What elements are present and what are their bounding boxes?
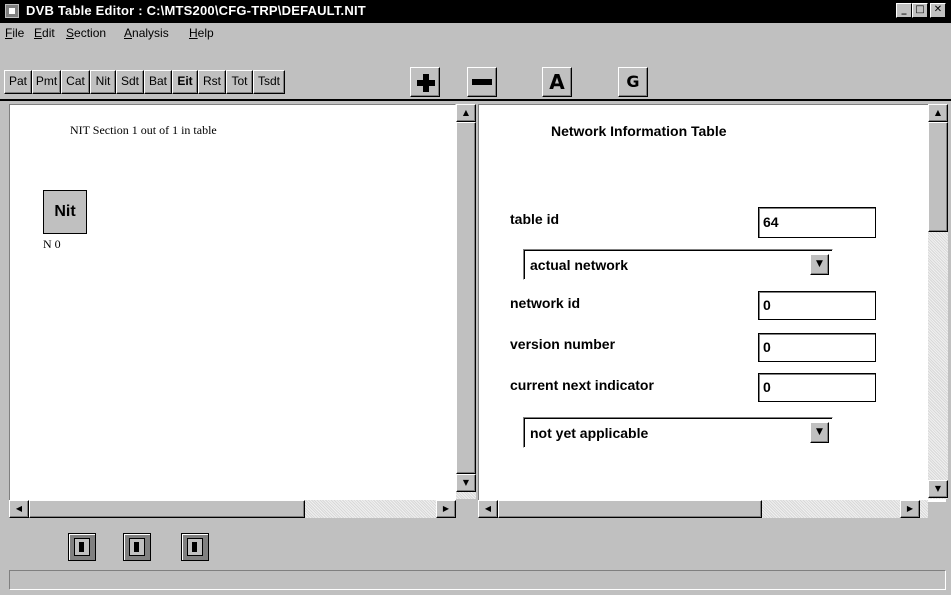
left-vertical-scrollbar[interactable]: ▲ ▼ xyxy=(456,104,476,499)
remove-section-button[interactable] xyxy=(467,67,497,97)
scroll-up-icon[interactable]: ▲ xyxy=(456,104,476,122)
g-button[interactable]: G xyxy=(618,67,648,97)
network-id-label: network id xyxy=(510,295,581,311)
plus-icon xyxy=(417,74,435,92)
menu-analysis-accel: A xyxy=(124,26,133,40)
letter-a-icon: A xyxy=(549,70,565,94)
menu-file[interactable]: File xyxy=(5,26,24,40)
scroll-down-icon[interactable]: ▼ xyxy=(456,474,476,492)
chevron-down-icon[interactable]: ▼ xyxy=(810,422,829,443)
scroll-thumb[interactable] xyxy=(456,122,476,474)
title-bar: DVB Table Editor : C:\MTS200\CFG-TRP\DEF… xyxy=(0,0,951,23)
current-next-indicator-field[interactable]: 0 xyxy=(758,373,876,402)
scroll-right-icon[interactable]: ▶ xyxy=(436,500,456,518)
section-view-pane: NIT Section 1 out of 1 in table Nit N 0 xyxy=(9,104,456,502)
applicability-select[interactable]: not yet applicable ▼ xyxy=(523,417,833,448)
version-number-field[interactable]: 0 xyxy=(758,333,876,362)
scroll-thumb[interactable] xyxy=(928,122,948,232)
status-bar xyxy=(9,570,946,590)
bat-button[interactable]: Bat xyxy=(144,70,172,94)
scroll-thumb[interactable] xyxy=(498,500,762,518)
scroll-right-icon[interactable]: ▶ xyxy=(900,500,920,518)
letter-g-icon: G xyxy=(626,72,640,91)
menu-help-accel: H xyxy=(189,26,198,40)
menu-analysis-label: nalysis xyxy=(132,26,169,40)
table-fields-pane: Network Information Table table id 64 ac… xyxy=(478,104,946,502)
menu-section-accel: S xyxy=(66,26,75,40)
menu-section-label: ection xyxy=(74,26,107,40)
scroll-down-icon[interactable]: ▼ xyxy=(928,480,948,498)
menu-file-label: ile xyxy=(12,26,25,40)
menu-analysis[interactable]: Analysis xyxy=(124,26,169,40)
nit-button[interactable]: Nit xyxy=(90,70,116,94)
right-vertical-scrollbar[interactable]: ▲ ▼ xyxy=(928,104,948,499)
app-icon[interactable] xyxy=(5,4,19,18)
window-title: DVB Table Editor : C:\MTS200\CFG-TRP\DEF… xyxy=(26,3,366,18)
pat-button[interactable]: Pat xyxy=(4,70,32,94)
network-id-field[interactable]: 0 xyxy=(758,291,876,320)
table-id-field[interactable]: 64 xyxy=(758,207,876,238)
minus-icon xyxy=(472,79,492,85)
rst-button[interactable]: Rst xyxy=(198,70,226,94)
menu-bar: File Edit Section Analysis Help xyxy=(0,23,951,43)
next-section-button[interactable] xyxy=(181,533,209,561)
scroll-left-icon[interactable]: ◀ xyxy=(9,500,29,518)
table-title: Network Information Table xyxy=(551,123,727,139)
a-button[interactable]: A xyxy=(542,67,572,97)
network-type-select[interactable]: actual network ▼ xyxy=(523,249,833,280)
add-section-button[interactable] xyxy=(410,67,440,97)
previous-section-icon xyxy=(74,538,90,556)
scroll-left-icon[interactable]: ◀ xyxy=(478,500,498,518)
app-window: DVB Table Editor : C:\MTS200\CFG-TRP\DEF… xyxy=(0,0,951,595)
close-button[interactable]: ✕ xyxy=(930,3,946,18)
eit-button[interactable]: Eit xyxy=(172,70,198,94)
scroll-up-icon[interactable]: ▲ xyxy=(928,104,948,122)
scroll-thumb[interactable] xyxy=(29,500,305,518)
menu-help[interactable]: Help xyxy=(189,26,214,40)
pmt-button[interactable]: Pmt xyxy=(32,70,61,94)
applicability-value: not yet applicable xyxy=(530,425,649,441)
maximize-button[interactable]: □ xyxy=(912,3,928,18)
left-horizontal-scrollbar[interactable]: ◀ ▶ xyxy=(9,500,456,518)
tsdt-button[interactable]: Tsdt xyxy=(253,70,285,94)
next-section-icon xyxy=(187,538,203,556)
menu-edit-accel: E xyxy=(34,26,43,40)
menu-edit-label: dit xyxy=(42,26,55,40)
minimize-button[interactable]: _ xyxy=(896,3,912,18)
current-next-indicator-label: current next indicator xyxy=(510,377,654,393)
chevron-down-icon[interactable]: ▼ xyxy=(810,254,829,275)
menu-help-label: elp xyxy=(197,26,214,40)
menu-edit[interactable]: Edit xyxy=(34,26,55,40)
info-icon xyxy=(129,538,145,556)
tot-button[interactable]: Tot xyxy=(226,70,253,94)
right-horizontal-scrollbar[interactable]: ◀ ▶ xyxy=(478,500,928,518)
cat-button[interactable]: Cat xyxy=(61,70,90,94)
nit-node-caption: N 0 xyxy=(43,237,61,251)
nit-node[interactable]: Nit xyxy=(43,190,87,234)
version-number-label: version number xyxy=(510,336,616,352)
sdt-button[interactable]: Sdt xyxy=(116,70,144,94)
previous-section-button[interactable] xyxy=(68,533,96,561)
table-id-label: table id xyxy=(510,211,560,227)
section-status-label: NIT Section 1 out of 1 in table xyxy=(70,123,217,137)
toolbar: Pat Pmt Cat Nit Sdt Bat Eit Rst Tot Tsdt… xyxy=(0,43,951,101)
network-type-value: actual network xyxy=(530,257,629,273)
info-button[interactable] xyxy=(123,533,151,561)
menu-section[interactable]: Section xyxy=(66,26,106,40)
